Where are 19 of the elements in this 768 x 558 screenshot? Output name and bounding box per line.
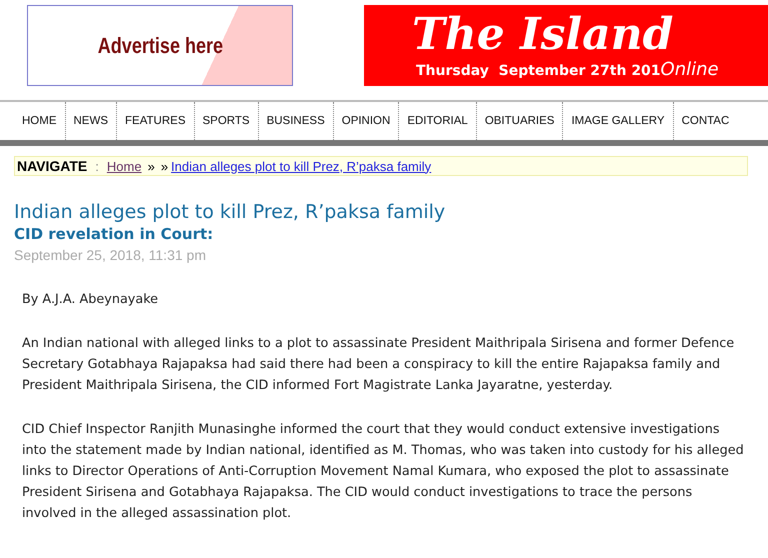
breadcrumb-label: NAVIGATE bbox=[17, 158, 88, 174]
breadcrumb-link[interactable]: Indian alleges plot to kill Prez, R’paksa family bbox=[171, 158, 432, 174]
breadcrumb-separator: » bbox=[160, 158, 168, 174]
advert-text: Advertise here bbox=[97, 32, 223, 58]
breadcrumb-link[interactable]: Home bbox=[106, 158, 142, 174]
article-date: September 25, 2018, 11:31 pm bbox=[14, 246, 207, 265]
nav-link[interactable]: HOME bbox=[14, 102, 64, 140]
masthead-title: The Island bbox=[412, 11, 674, 59]
breadcrumb-separator: : bbox=[95, 158, 99, 174]
advert-banner[interactable]: Advertise here bbox=[27, 5, 293, 86]
paragraph: By A.J.A. Abeynayake bbox=[22, 291, 160, 309]
breadcrumb-separator: » bbox=[148, 158, 155, 174]
article-subtitle: CID revelation in Court: bbox=[14, 224, 214, 244]
paragraph: CID Chief Inspector Ranjith Munasinghe informed the court that they would conduct extensive investigations into the statement made by Indian national, identified as M. Thomas, who was taken into custody for his alleged links to Director Operations of Anti-Corruption Movement Namal Kumara, who exposed the plot to assassinate President Sirisena and Gotabhaya Rajapaksa. The CID would conduct investigations to trace the persons involved in the alleged assassination plot. bbox=[22, 421, 744, 523]
masthead-date: Thursday September 27th 201 bbox=[416, 63, 661, 79]
masthead-tagline: Online bbox=[660, 59, 719, 80]
paragraph: An Indian national with alleged links to a plot to assassinate President Maithripala Sirisena and former Defence Secretary Gotabhaya Rajapaksa had said there had been a conspiracy to kill the entire Rajapaksa family and President Maithripala Sirisena, the CID informed Fort Magistrate Lanka Jayaratne, yesterday. bbox=[22, 335, 736, 395]
article-title: Indian alleges plot to kill Prez, R’paksa family bbox=[14, 200, 446, 224]
masthead-banner[interactable]: The Island Thursday September 27th 201Online bbox=[364, 5, 768, 86]
